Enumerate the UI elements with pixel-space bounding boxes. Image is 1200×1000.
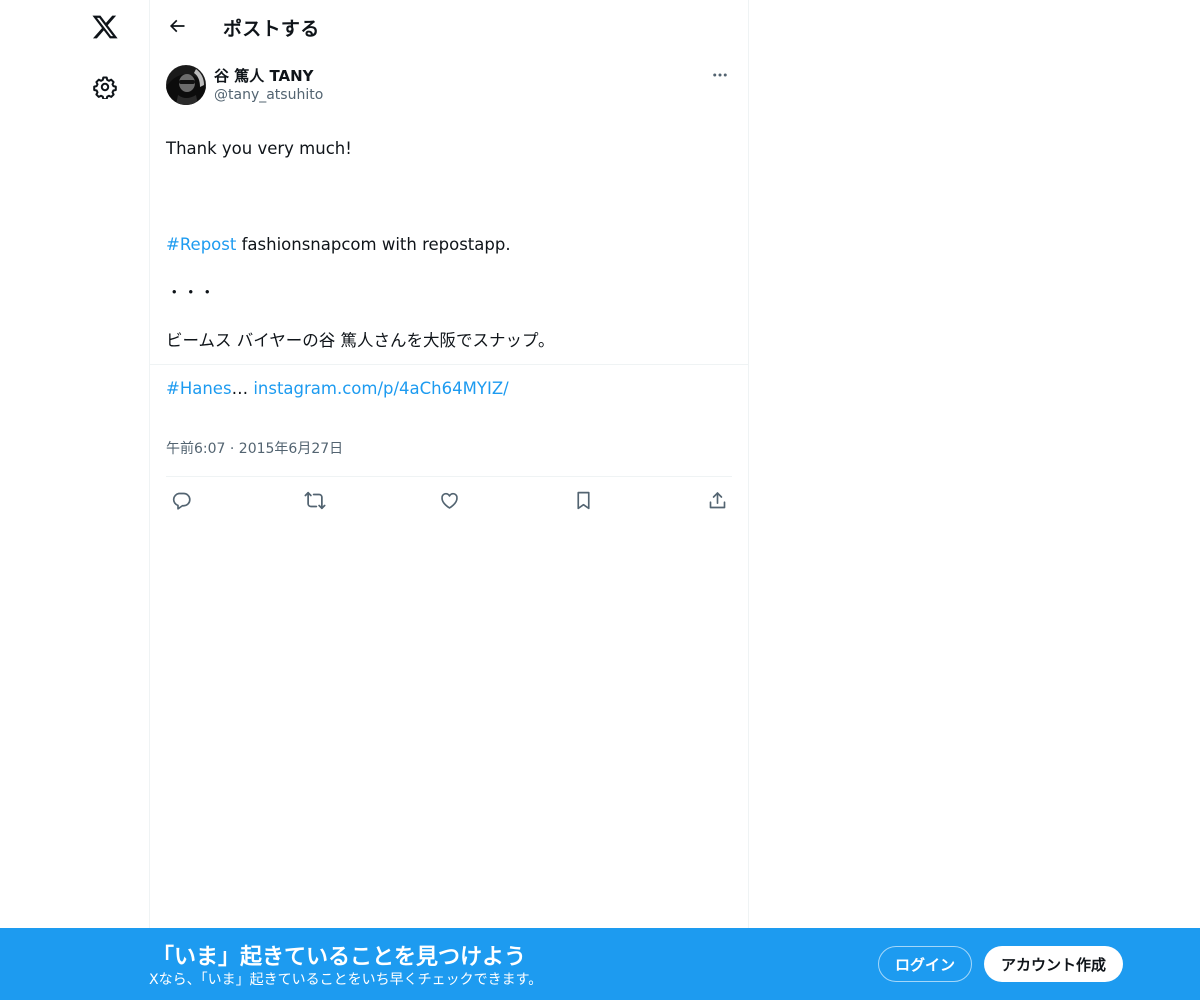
more-options-button[interactable] xyxy=(708,63,732,87)
banner-subtitle: Xなら、「いま」起きていることをいち早くチェックできます。 xyxy=(149,972,543,988)
share-icon xyxy=(709,492,725,509)
more-icon xyxy=(713,73,727,77)
reply-button[interactable] xyxy=(170,490,192,512)
post-text-fragment: fashionsnapcom with repostapp. xyxy=(236,235,511,254)
repost-icon xyxy=(304,491,326,510)
gear-icon[interactable] xyxy=(89,71,121,103)
main-column: ポストする 谷 篤人 TANY @tany_atsuhito Thank you… xyxy=(149,0,749,1000)
post-text-line: ・・・ xyxy=(166,283,216,302)
post-text-line: #Repost fashionsnapcom with repostapp. xyxy=(166,233,732,257)
repost-button[interactable] xyxy=(304,490,326,512)
left-nav xyxy=(0,0,150,1000)
post-text-line: ビームス バイヤーの谷 篤人さんを大阪でスナップ。 xyxy=(166,331,555,350)
post: 谷 篤人 TANY @tany_atsuhito Thank you very … xyxy=(150,53,748,524)
banner-title: 「いま」起きていることを見つけよう xyxy=(152,945,527,970)
post-text-line: Thank you very much! xyxy=(166,139,352,158)
post-text-line: #Hanes… instagram.com/p/4aCh64MYIZ/ xyxy=(166,377,732,401)
page-title: ポストする xyxy=(223,18,320,40)
like-icon xyxy=(440,492,458,509)
post-author-row: 谷 篤人 TANY @tany_atsuhito xyxy=(166,53,732,113)
post-timestamp[interactable]: 午前6:07 · 2015年6月27日 xyxy=(166,438,732,462)
ellipsis-text: … xyxy=(231,379,254,398)
like-button[interactable] xyxy=(438,490,460,512)
post-text: Thank you very much! #Repost fashionsnap… xyxy=(166,113,732,425)
signup-banner: 「いま」起きていることを見つけよう Xなら、「いま」起きていることをいち早くチェ… xyxy=(0,928,1200,1000)
bookmark-icon xyxy=(576,491,590,510)
instagram-link[interactable]: instagram.com/p/4aCh64MYIZ/ xyxy=(253,379,508,398)
x-logo-icon[interactable] xyxy=(88,10,122,44)
post-text-blank-line xyxy=(166,185,732,209)
post-divider xyxy=(150,364,748,365)
back-button[interactable] xyxy=(162,11,192,41)
arrow-left-icon xyxy=(169,19,185,33)
share-button[interactable] xyxy=(706,490,728,512)
login-button[interactable]: ログイン xyxy=(878,946,972,982)
reply-icon xyxy=(172,492,191,510)
post-actions-bar xyxy=(166,476,732,524)
hashtag-link[interactable]: #Hanes xyxy=(166,379,232,398)
avatar[interactable] xyxy=(166,65,206,105)
hashtag-link[interactable]: #Repost xyxy=(166,235,236,254)
signup-button[interactable]: アカウント作成 xyxy=(984,946,1123,982)
author-handle[interactable]: @tany_atsuhito xyxy=(214,87,323,103)
author-name[interactable]: 谷 篤人 TANY xyxy=(214,65,314,86)
bookmark-button[interactable] xyxy=(572,490,594,512)
page-header: ポストする xyxy=(150,0,748,53)
